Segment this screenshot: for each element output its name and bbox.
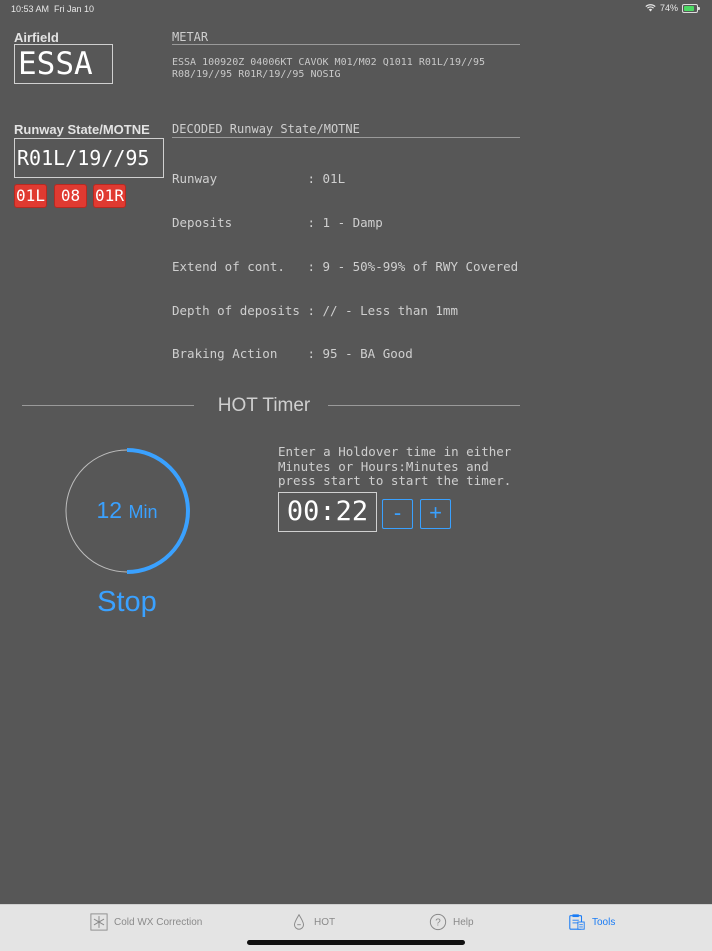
hot-divider-left (22, 405, 194, 406)
metar-divider (172, 44, 520, 45)
metar-text: ESSA 100920Z 04006KT CAVOK M01/M02 Q1011… (172, 57, 486, 80)
decoded-key: Deposits (172, 214, 300, 230)
status-date: Fri Jan 10 (54, 4, 95, 14)
decoded-value: : // - Less than 1mm (307, 302, 458, 318)
runway-state-input[interactable]: R01L/19//95 (14, 138, 164, 178)
decoded-row-extent: Extend of cont. : 9 - 50%-99% of RWY Cov… (172, 258, 519, 275)
tab-help[interactable]: ? Help (429, 913, 474, 931)
decoded-row-depth: Depth of deposits : // - Less than 1mm (172, 302, 518, 319)
holdover-time-input[interactable]: 00:22 (278, 492, 377, 532)
tab-cold-wx-correction[interactable]: Cold WX Correction (90, 913, 202, 931)
metar-label: METAR (172, 30, 209, 44)
stop-button[interactable]: Stop (62, 586, 192, 619)
tab-label: Tools (592, 916, 616, 928)
runway-button-01l[interactable]: 01L (14, 184, 47, 208)
airfield-label: Airfield (14, 30, 59, 45)
hot-divider-right (328, 405, 520, 406)
decoded-value: : 9 - 50%-99% of RWY Covered (307, 258, 519, 274)
tab-hot[interactable]: HOT (290, 913, 335, 931)
decoded-value: : 01L (307, 171, 346, 187)
battery-percent: 74% (659, 3, 678, 13)
tab-label: HOT (314, 916, 336, 928)
tab-label: Help (453, 916, 474, 928)
decoded-row-deposits: Deposits : 1 - Damp (172, 214, 518, 231)
decrement-button[interactable]: - (382, 499, 413, 529)
decoded-table: Runway : 01L Deposits : 1 - Damp Extend … (172, 143, 518, 377)
wifi-icon (645, 4, 656, 12)
decoded-row-runway: Runway : 01L (172, 171, 518, 187)
decoded-value: : 1 - Damp (307, 214, 383, 230)
decoded-key: Runway (172, 171, 300, 187)
decoded-row-braking: Braking Action : 95 - BA Good (172, 347, 518, 362)
decoded-value: : 95 - BA Good (307, 346, 413, 362)
airfield-input[interactable]: ESSA (14, 44, 113, 84)
snowflake-icon (90, 913, 108, 931)
battery-icon (682, 3, 700, 13)
decoded-label: DECODED Runway State/MOTNE (172, 122, 360, 136)
timer-minutes: 12 (96, 497, 123, 523)
runway-button-01r[interactable]: 01R (93, 184, 126, 208)
status-right: 74% (645, 3, 700, 13)
hot-timer-title: HOT Timer (217, 395, 311, 416)
tab-tools[interactable]: Tools (568, 913, 615, 931)
decoded-key: Depth of deposits (172, 302, 300, 318)
tools-icon (569, 914, 585, 930)
timer-unit: Min (128, 502, 158, 522)
status-time: 10:53 AM Fri Jan 10 (11, 4, 94, 14)
tab-label: Cold WX Correction (114, 916, 203, 928)
decoded-key: Braking Action (172, 346, 300, 362)
timer-instructions: Enter a Holdover time in either Minutes … (278, 444, 512, 489)
droplet-icon (294, 913, 304, 930)
decoded-divider (172, 137, 520, 138)
help-icon: ? (429, 913, 447, 931)
svg-text:?: ? (435, 918, 441, 929)
increment-button[interactable]: + (420, 499, 451, 529)
runway-button-08[interactable]: 08 (54, 184, 87, 208)
decoded-key: Extend of cont. (172, 258, 300, 274)
timer-remaining: 12 Min (62, 497, 192, 524)
runway-state-label: Runway State/MOTNE (14, 122, 150, 137)
home-indicator (247, 940, 465, 945)
status-bar: 10:53 AM Fri Jan 10 74% (0, 0, 712, 18)
status-clock: 10:53 AM (11, 4, 50, 14)
